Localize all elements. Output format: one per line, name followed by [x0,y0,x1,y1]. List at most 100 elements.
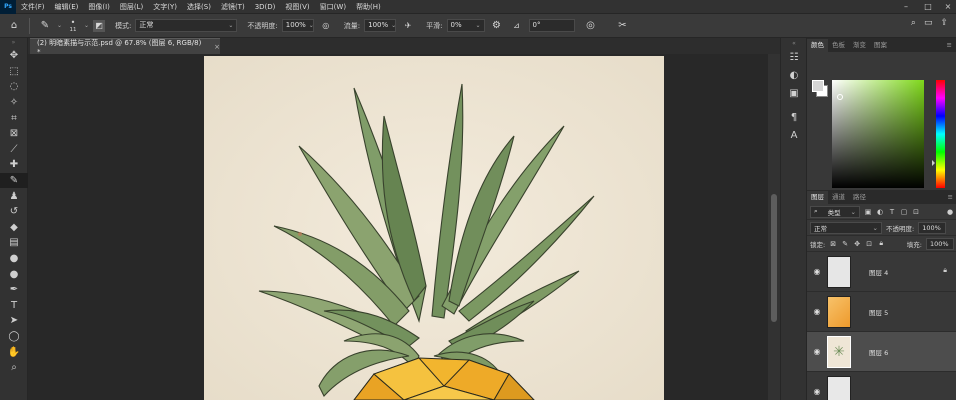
share-icon[interactable]: ⇪ [940,18,948,28]
tab-channels[interactable]: 通道 [828,191,849,204]
dodge-tool-icon[interactable]: ● [0,266,28,282]
menu-filter[interactable]: 滤镜(T) [216,0,250,14]
airbrush-icon[interactable]: ✈ [400,18,416,34]
lock-all-icon[interactable]: 🔒︎ [877,239,885,248]
document-canvas[interactable] [204,56,664,400]
panel-menu-icon[interactable]: ≡ [947,39,956,52]
layer-filter-select[interactable]: ⌕ 类型 ⌄ [810,205,860,218]
menu-image[interactable]: 图像(I) [83,0,115,14]
shape-tool-icon[interactable]: ◯ [0,329,28,345]
tab-gradients[interactable]: 渐变 [849,39,870,52]
menu-window[interactable]: 窗口(W) [315,0,351,14]
tab-patterns[interactable]: 图案 [870,39,891,52]
brush-tool-icon[interactable]: ✎ [0,172,28,189]
smoothing-field[interactable]: 0% ⌄ [446,19,485,32]
foreground-color-swatch[interactable] [812,80,824,92]
eye-icon[interactable]: ◉ [807,347,827,356]
type-tool-icon[interactable]: T [0,298,28,314]
path-selection-tool-icon[interactable]: ➤ [0,313,28,329]
tab-paths[interactable]: 路径 [849,191,870,204]
brush-settings-icon[interactable]: ◩ [93,19,106,32]
layer-row-selected[interactable]: ◉ ✳ 图层 6 [807,332,956,372]
filter-adjustment-icon[interactable]: ◐ [876,208,884,216]
zoom-tool-icon[interactable]: ⌕ [0,360,28,376]
lock-paint-icon[interactable]: ✎ [841,240,849,248]
workspace-icon[interactable]: ▭ [924,18,933,28]
home-icon[interactable]: ⌂ [6,18,22,34]
history-brush-tool-icon[interactable]: ↺ [0,204,28,220]
strip-collapse-icon[interactable]: « [781,38,807,48]
layer-row[interactable]: ◉ [807,372,956,400]
filter-type-icon[interactable]: T [888,208,896,216]
properties-panel-icon[interactable]: ☷ [781,48,807,66]
filter-shape-icon[interactable]: ▢ [900,208,908,216]
maximize-icon[interactable]: □ [918,0,938,14]
color-picker-cursor[interactable] [837,94,843,100]
menu-help[interactable]: 帮助(H) [351,0,386,14]
canvas-area[interactable] [28,54,768,400]
menu-type[interactable]: 文字(Y) [148,0,182,14]
layer-row[interactable]: ◉ 图层 4 🔒︎ [807,252,956,292]
lock-transparent-icon[interactable]: ⊠ [829,240,837,248]
filter-smart-object-icon[interactable]: ⊡ [912,208,920,216]
menu-view[interactable]: 视图(V) [280,0,314,14]
fill-field[interactable]: 100% [926,237,954,250]
brush-size-arrow[interactable]: ⌄ [84,22,89,29]
hand-tool-icon[interactable]: ✋ [0,344,28,360]
tab-layers[interactable]: 图层 [807,191,828,204]
adjustments-panel-icon[interactable]: ◐ [781,66,807,84]
brush-size-picker[interactable]: • 11 [66,18,80,33]
crop-tool-icon[interactable]: ⌗ [0,110,28,126]
stamp-tool-icon[interactable]: ♟ [0,188,28,204]
mode-select[interactable]: 正常 ⌄ [135,19,238,32]
layer-opacity-field[interactable]: 100% [918,221,947,234]
eye-icon[interactable]: ◉ [807,307,827,316]
lasso-tool-icon[interactable]: ◌ [0,79,28,95]
opacity-field[interactable]: 100% ⌄ [281,19,314,32]
eye-icon[interactable]: ◉ [807,387,827,396]
hue-slider[interactable] [932,80,945,188]
canvas-vertical-scrollbar[interactable] [768,54,780,400]
blend-mode-select[interactable]: 正常 ⌄ [810,221,882,234]
document-tab[interactable]: (2) 明暗素描与示范.psd @ 67.8% (图层 6, RGB/8) * … [30,38,220,56]
lock-artboard-icon[interactable]: ⊡ [865,240,873,248]
angle-field[interactable]: 0° [528,19,575,32]
menu-edit[interactable]: 编辑(E) [50,0,84,14]
marquee-tool-icon[interactable]: ⬚ [0,64,28,80]
hue-slider-marker[interactable] [932,160,935,166]
gradient-tool-icon[interactable]: ▤ [0,235,28,251]
libraries-panel-icon[interactable]: ▣ [781,84,807,102]
scrollbar-thumb[interactable] [771,194,777,322]
menu-file[interactable]: 文件(F) [16,0,50,14]
pressure-size-icon[interactable]: ◎ [583,18,599,34]
brush-preset-icon[interactable]: ✎ [37,18,53,34]
character-panel-icon[interactable]: A [781,126,807,144]
eyedropper-tool-icon[interactable]: ⟋ [0,142,28,158]
filter-toggle-icon[interactable]: ● [946,208,954,216]
search-icon[interactable]: ⌕ [911,18,916,28]
brush-preset-arrow[interactable]: ⌄ [57,22,62,29]
eye-icon[interactable]: ◉ [807,267,827,276]
flow-field[interactable]: 100% ⌄ [364,19,396,32]
smoothing-settings-icon[interactable]: ⚙ [489,18,505,34]
tab-color[interactable]: 颜色 [807,39,828,52]
minimize-icon[interactable]: – [896,0,916,14]
saturation-value-field[interactable] [832,80,924,188]
eraser-tool-icon[interactable]: ◆ [0,220,28,236]
lock-position-icon[interactable]: ✥ [853,240,861,248]
toolbox-grip[interactable]: » [0,38,27,48]
healing-brush-tool-icon[interactable]: ✚ [0,157,28,173]
close-tab-icon[interactable]: × [214,43,220,51]
tab-swatches[interactable]: 色板 [828,39,849,52]
menu-layer[interactable]: 图层(L) [115,0,148,14]
paragraph-panel-icon[interactable]: ¶ [781,108,807,126]
pen-tool-icon[interactable]: ✒ [0,282,28,298]
frame-tool-icon[interactable]: ⊠ [0,126,28,142]
symmetry-icon[interactable]: ✂ [615,18,631,34]
close-window-icon[interactable]: × [938,0,956,14]
magic-wand-tool-icon[interactable]: ✧ [0,95,28,111]
blur-tool-icon[interactable]: ● [0,251,28,267]
move-tool-icon[interactable]: ✥ [0,48,28,64]
pressure-opacity-icon[interactable]: ◎ [318,18,334,34]
layer-row[interactable]: ◉ 图层 5 [807,292,956,332]
